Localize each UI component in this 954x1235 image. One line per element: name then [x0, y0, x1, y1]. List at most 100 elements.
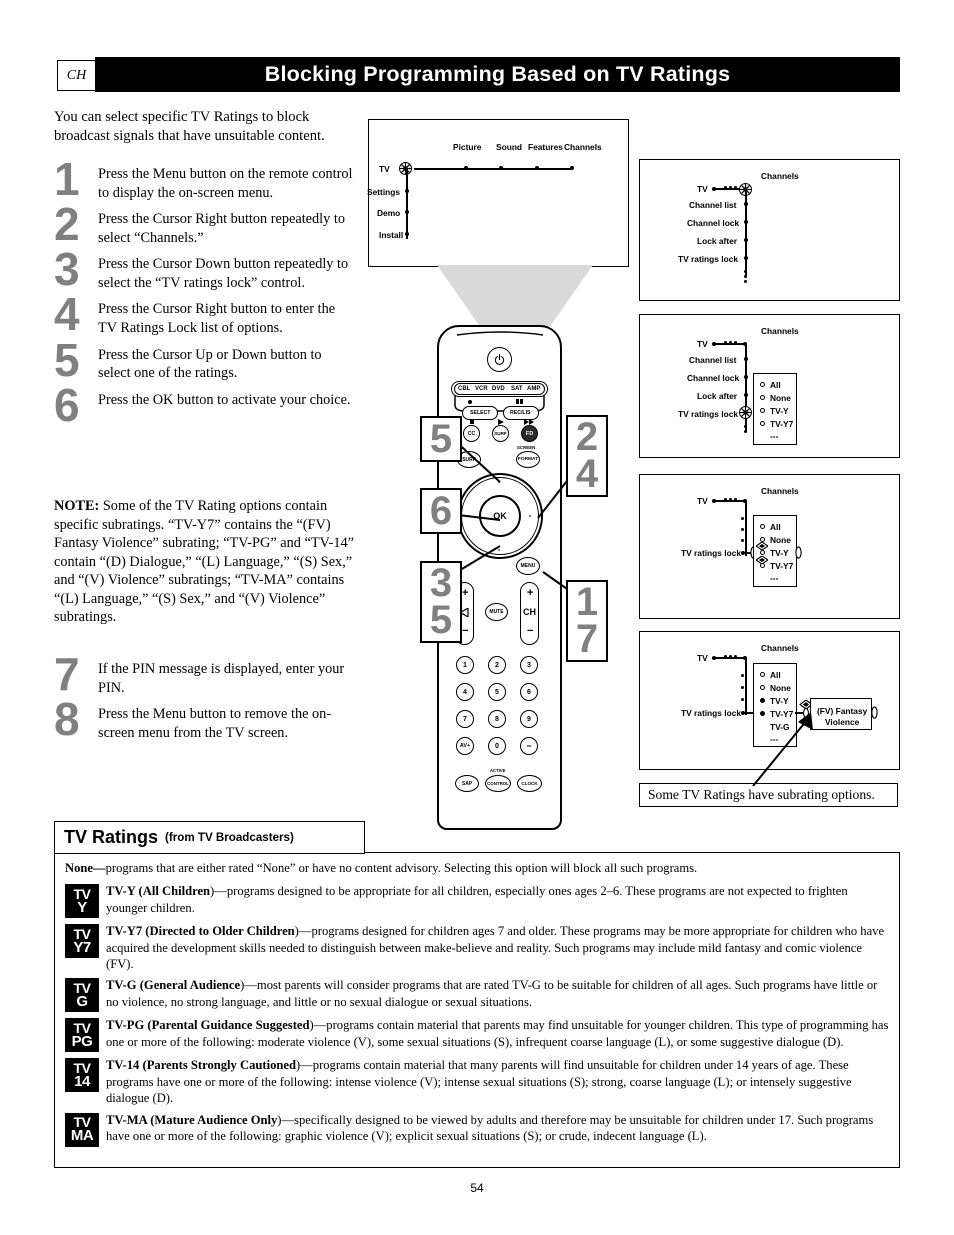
tv-menu-item-demo[interactable]: Demo [377, 208, 400, 218]
rating-name: TV-PG ( [106, 1018, 152, 1033]
key-av-plus[interactable]: AV+ [456, 737, 474, 755]
intro-paragraph: You can select specific TV Ratings to bl… [54, 109, 325, 144]
panel2-option-tv-y[interactable]: TV-Y [770, 406, 789, 416]
cursor-right-marker[interactable] [529, 515, 531, 517]
step-6-text: Press the OK button to activate your cho… [98, 391, 351, 408]
format-button[interactable]: FORMAT [516, 451, 540, 468]
panel1-item-tv-ratings-lock[interactable]: TV ratings lock [678, 254, 738, 264]
ok-button[interactable]: OK [479, 495, 521, 537]
panel2-option-none[interactable]: None [770, 393, 791, 403]
chapter-tab-label: CH [66, 67, 87, 83]
panel2-radio-all[interactable] [760, 382, 765, 387]
mute-button[interactable]: MUTE [485, 603, 508, 621]
panel3-option-none[interactable]: None [770, 535, 791, 545]
panel3-root-label: TV [697, 496, 708, 506]
surf-small-button[interactable]: SURF [492, 425, 509, 442]
panel3-cursor-down-icon[interactable] [756, 556, 768, 564]
panel2-item-lock-after[interactable]: Lock after [697, 391, 737, 401]
cursor-up-marker[interactable] [498, 481, 500, 483]
panel2-radio-tv-y7[interactable] [760, 421, 765, 426]
key-0[interactable]: 0 [488, 737, 506, 755]
key-dash[interactable]: − [520, 737, 538, 755]
step-8-number: 8 [54, 693, 80, 746]
rating-none-row: None—programs that are either rated “Non… [65, 860, 889, 876]
panel2-radio-none[interactable] [760, 395, 765, 400]
callout-5: 5 [420, 416, 462, 462]
panel1-dot-mid1 [724, 186, 727, 189]
pause-bar-left-icon [516, 399, 519, 404]
panel1-item-lock-after[interactable]: Lock after [697, 236, 737, 246]
panel3-option-tv-y7[interactable]: TV-Y7 [770, 561, 793, 571]
rating-bold-name: All Children [142, 884, 211, 899]
tv-menu-item-features[interactable]: Features [528, 142, 563, 152]
panel4-option-none[interactable]: None [770, 683, 791, 693]
panel3-item-tv-ratings-lock[interactable]: TV ratings lock [681, 548, 741, 558]
panel1-item-channel-list[interactable]: Channel list [689, 200, 736, 210]
device-key-amp[interactable]: AMP [527, 386, 540, 392]
panel2-item-channel-lock[interactable]: Channel lock [687, 373, 739, 383]
panel3-options-box: All None TV-Y TV-Y7 --- [753, 515, 797, 587]
key-5[interactable]: 5 [488, 683, 506, 701]
callout-2-4-line-2: 4 [575, 452, 599, 496]
power-button[interactable] [487, 347, 512, 372]
clock-button[interactable]: CLOCK [517, 775, 542, 792]
panel3-radio-all[interactable] [760, 524, 765, 529]
menu-button[interactable]: MENU [516, 557, 540, 575]
control-button[interactable]: CONTROL [485, 775, 511, 792]
device-key-cbl[interactable]: CBL [458, 386, 470, 392]
panel2-dot-mid1 [724, 341, 727, 344]
tv-menu-dot-demo [405, 210, 409, 214]
panel2-option-all[interactable]: All [770, 380, 781, 390]
panel2-radio-tv-y[interactable] [760, 408, 765, 413]
forward-button[interactable]: FD [521, 425, 538, 442]
device-key-sat[interactable]: SAT [511, 386, 523, 392]
step-7-text: If the PIN message is displayed, enter y… [98, 661, 345, 696]
panel4-option-all[interactable]: All [770, 670, 781, 680]
key-3[interactable]: 3 [520, 656, 538, 674]
callout-6-line-1: 6 [429, 488, 453, 533]
panel3-option-all[interactable]: All [770, 522, 781, 532]
chapter-tab: CH [57, 60, 96, 91]
tv-menu-item-picture[interactable]: Picture [453, 142, 481, 152]
panel3-option-ellipsis: --- [770, 573, 779, 583]
callout-1-7: 1 7 [566, 580, 608, 662]
step-4-number: 4 [54, 288, 80, 341]
panel4-radio-none[interactable] [760, 685, 765, 690]
panel3-option-tv-y[interactable]: TV-Y [770, 548, 789, 558]
panel4-radio-all[interactable] [760, 672, 765, 677]
panel-channels-menu: Channels TV Channel list Channel lock Lo… [639, 159, 900, 301]
key-6[interactable]: 6 [520, 683, 538, 701]
ok-button-label: OK [493, 511, 507, 521]
panel2-item-tv-ratings-lock[interactable]: TV ratings lock [678, 409, 738, 419]
panel4-item-tv-ratings-lock[interactable]: TV ratings lock [681, 708, 741, 718]
device-key-dvd[interactable]: DVD [492, 386, 505, 392]
step-1-text: Press the Menu button on the remote cont… [98, 166, 353, 201]
panel-ratings-list-open: Channels TV Channel list Channel lock Lo… [639, 314, 900, 458]
panel1-item-channel-lock[interactable]: Channel lock [687, 218, 739, 228]
rating-bold-name: Mature Audience Only [154, 1112, 278, 1127]
panel3-radio-tv-y[interactable] [760, 550, 765, 555]
key-7[interactable]: 7 [456, 710, 474, 728]
panel2-dot-2 [744, 393, 748, 397]
cc-button[interactable]: CC [463, 425, 480, 442]
key-8[interactable]: 8 [488, 710, 506, 728]
note-paragraph: NOTE: Some of the TV Rating options cont… [54, 497, 354, 627]
cursor-down-marker[interactable] [498, 549, 500, 551]
tv-menu-item-channels[interactable]: Channels [564, 142, 602, 152]
panel2-option-tv-y7[interactable]: TV-Y7 [770, 419, 793, 429]
key-9[interactable]: 9 [520, 710, 538, 728]
ir-beam-cone [437, 265, 593, 328]
key-1[interactable]: 1 [456, 656, 474, 674]
panel2-item-channel-list[interactable]: Channel list [689, 355, 736, 365]
key-2[interactable]: 2 [488, 656, 506, 674]
panel1-heading: Channels [761, 171, 799, 181]
tv-menu-item-install[interactable]: Install [379, 230, 403, 240]
panel3-cursor-up-icon[interactable] [756, 542, 768, 550]
tv-menu-item-settings[interactable]: Settings [367, 187, 400, 197]
panel3-vline [745, 501, 748, 556]
device-key-vcr[interactable]: VCR [475, 386, 488, 392]
cursor-left-marker[interactable] [468, 515, 470, 517]
tv-menu-item-sound[interactable]: Sound [496, 142, 522, 152]
key-4[interactable]: 4 [456, 683, 474, 701]
sap-button[interactable]: SAP [455, 775, 479, 792]
